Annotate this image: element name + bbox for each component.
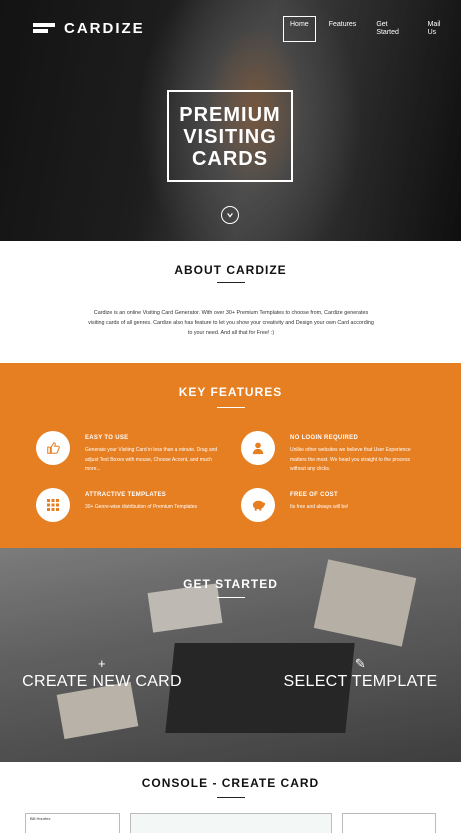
console-panel-right[interactable] <box>342 813 436 833</box>
feature-text: Generate your Visiting Card in less than… <box>85 447 218 472</box>
select-template-button[interactable]: ✎ SELECT TEMPLATE <box>278 656 443 691</box>
piggy-bank-icon <box>241 488 275 522</box>
panel-label: Bill Hourfex <box>30 816 51 821</box>
hero-line-2: VISITING <box>183 126 277 148</box>
about-title-underline <box>217 282 245 283</box>
get-started-section: GET STARTED + CREATE NEW CARD ✎ SELECT T… <box>0 548 461 762</box>
card-logo-icon <box>33 21 55 36</box>
pencil-icon: ✎ <box>354 656 367 671</box>
hero-line-1: PREMIUM <box>179 104 281 126</box>
console-card-preview[interactable] <box>130 813 332 833</box>
console-title: CONSOLE - CREATE CARD <box>141 776 320 790</box>
nav-features[interactable]: Features <box>322 16 364 42</box>
brand-name: CARDIZE <box>64 20 145 37</box>
console-panel-left[interactable]: Bill Hourfex <box>25 813 120 833</box>
user-icon <box>241 431 275 465</box>
scroll-down-button[interactable] <box>221 206 239 224</box>
logo[interactable]: CARDIZE <box>33 20 145 37</box>
plus-icon: + <box>98 656 106 671</box>
feature-text: Its free and always will be! <box>290 504 349 510</box>
started-title: GET STARTED <box>183 577 278 591</box>
hero-title-box: PREMIUM VISITING CARDS <box>167 90 293 182</box>
features-title: KEY FEATURES <box>178 385 283 399</box>
select-template-label: SELECT TEMPLATE <box>283 673 438 690</box>
console-section: CONSOLE - CREATE CARD Bill Hourfex <box>0 762 461 833</box>
grid-icon <box>36 488 70 522</box>
feature-text: 30+ Genre-wise distribution of Premium T… <box>85 504 198 510</box>
feature-title: NO LOGIN REQUIRED <box>290 435 359 441</box>
feature-title: ATTRACTIVE TEMPLATES <box>85 492 167 498</box>
nav-mail-us[interactable]: Mail Us <box>421 16 455 42</box>
feature-title: FREE OF COST <box>290 492 338 498</box>
hero-line-3: CARDS <box>191 148 269 170</box>
hero-section: CARDIZE Home Features Get Started Mail U… <box>0 0 461 241</box>
about-section: ABOUT CARDIZE Cardize is an online Visit… <box>0 241 461 363</box>
started-title-underline <box>217 597 245 598</box>
feature-title: EASY TO USE <box>85 435 129 441</box>
about-text: Cardize is an online Visiting Card Gener… <box>88 310 374 336</box>
chevron-down-icon <box>227 213 233 218</box>
nav-get-started[interactable]: Get Started <box>369 16 414 42</box>
features-title-underline <box>217 407 245 408</box>
nav-home[interactable]: Home <box>283 16 316 42</box>
thumbs-up-icon <box>36 431 70 465</box>
about-title: ABOUT CARDIZE <box>174 263 287 277</box>
feature-text: Unlike other websites we believe that Us… <box>290 447 411 472</box>
create-new-card-button[interactable]: + CREATE NEW CARD <box>17 656 187 691</box>
main-nav: Home Features Get Started Mail Us <box>283 16 461 42</box>
features-section: KEY FEATURES EASY TO USE Generate your V… <box>0 363 461 548</box>
create-new-card-label: CREATE NEW CARD <box>22 673 182 690</box>
console-title-underline <box>217 797 245 798</box>
